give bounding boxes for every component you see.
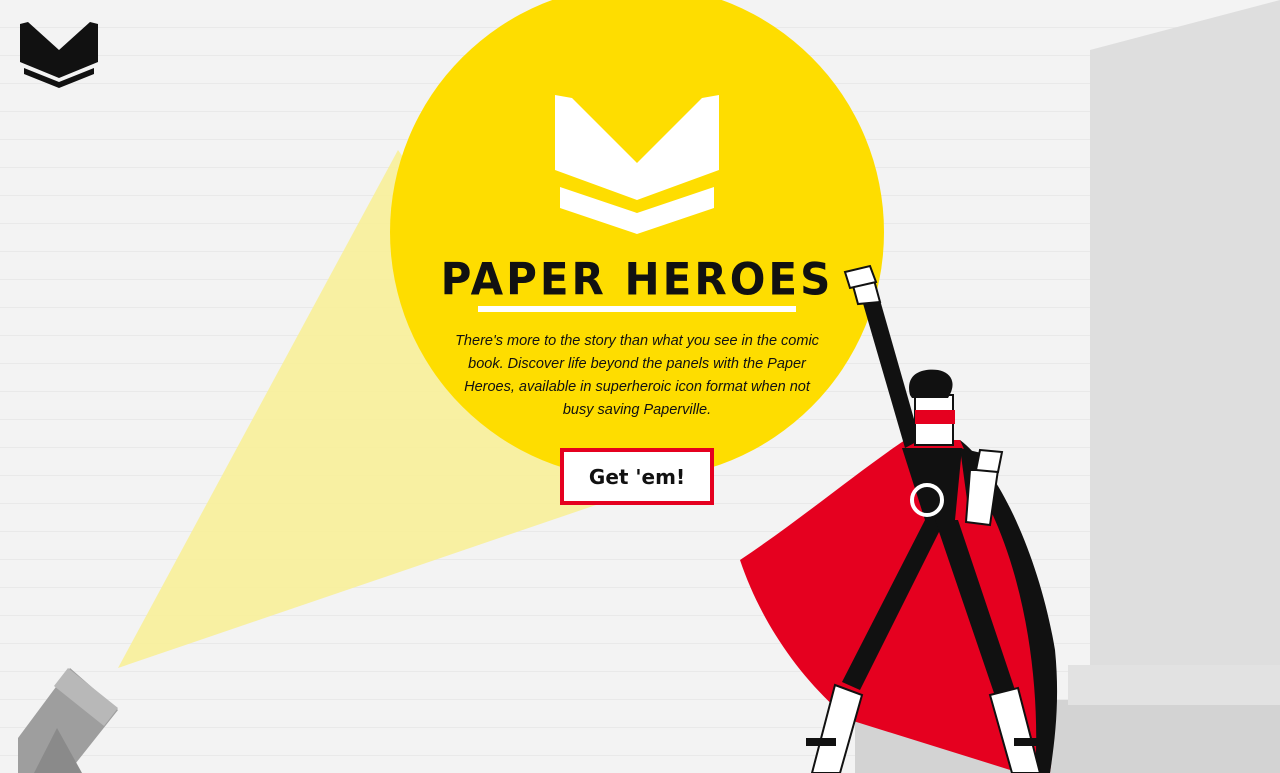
ledge-block bbox=[1068, 665, 1280, 705]
wall-shape bbox=[1090, 0, 1280, 773]
book-chevron-logo-icon[interactable] bbox=[20, 18, 98, 88]
get-em-button[interactable]: Get 'em! bbox=[560, 448, 714, 505]
title-underline bbox=[478, 306, 796, 312]
get-em-label: Get 'em! bbox=[588, 464, 686, 489]
page-title: PAPER HEROES bbox=[440, 253, 834, 306]
title-wrap: PAPER HEROES bbox=[440, 253, 834, 306]
hero-copy: PAPER HEROES There's more to the story t… bbox=[390, 253, 884, 422]
hero-description: There's more to the story than what you … bbox=[455, 333, 819, 418]
spotlight-lamp-icon bbox=[18, 668, 118, 773]
